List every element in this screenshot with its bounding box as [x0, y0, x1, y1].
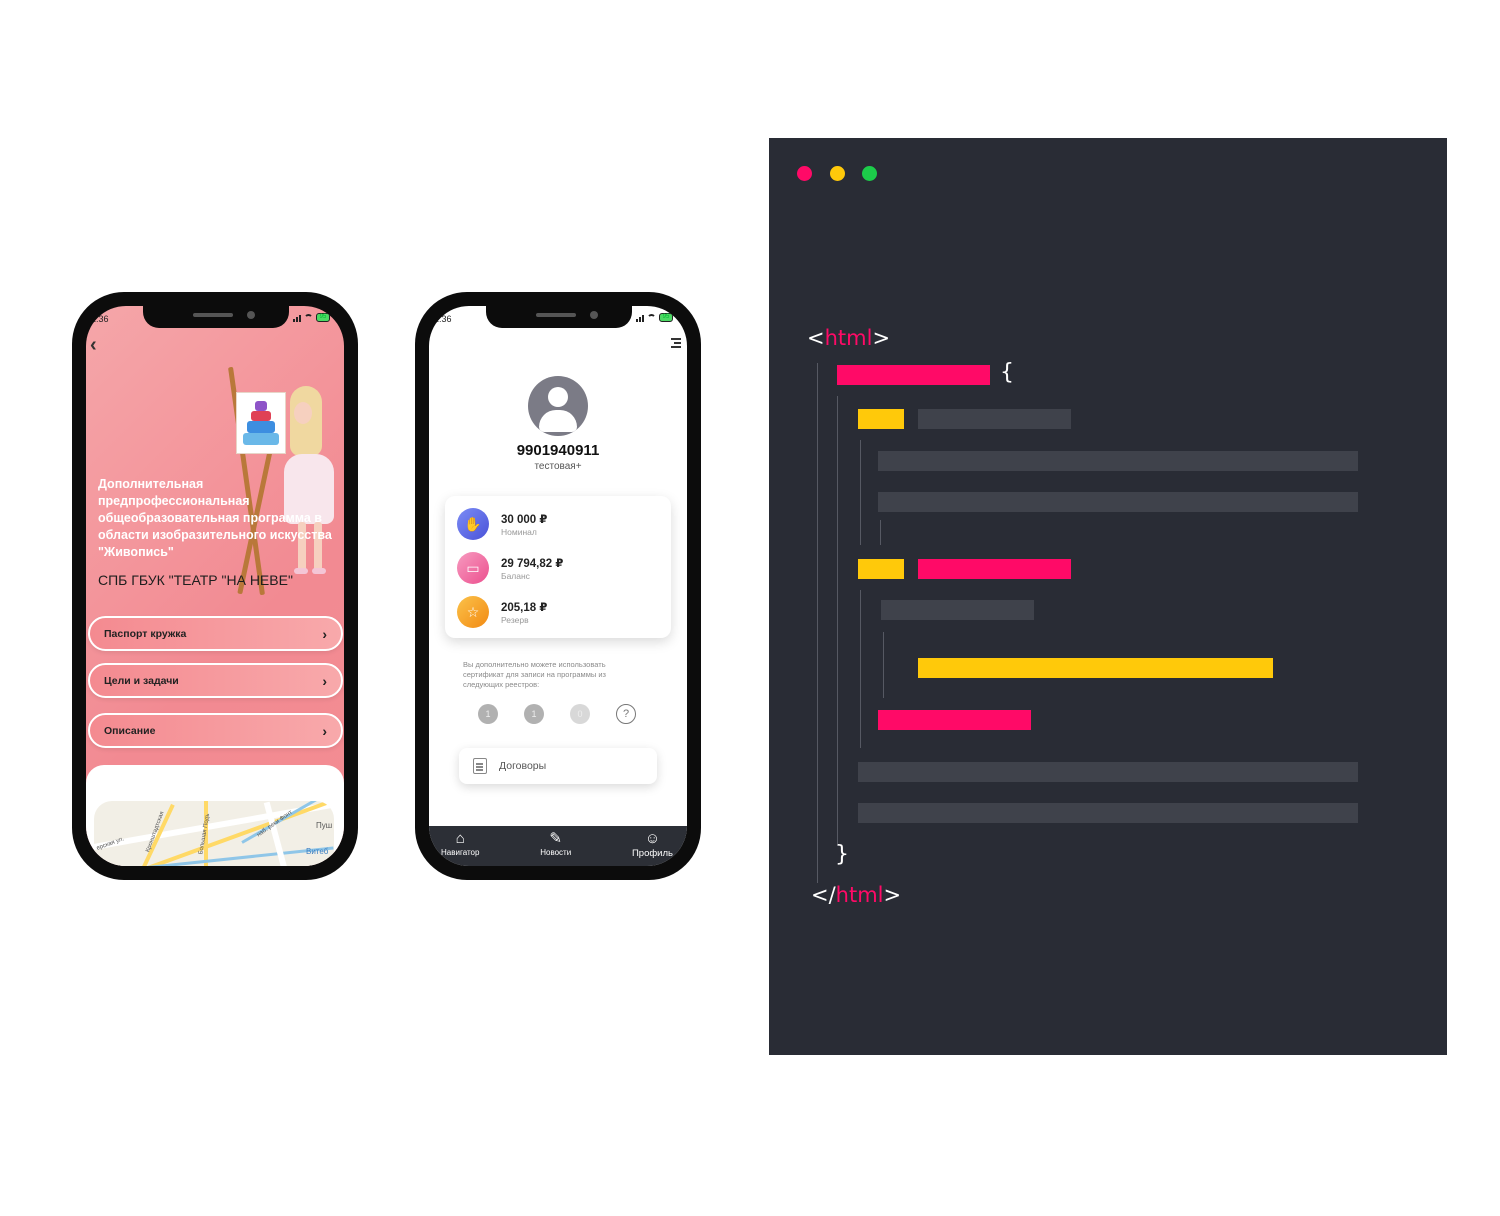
window-close-dot: [797, 166, 812, 181]
code-editor-illustration: <html> { } </html>: [769, 138, 1447, 1055]
wifi-icon: [646, 314, 656, 321]
news-icon: ✎: [549, 830, 562, 847]
map-label: Витеб: [306, 847, 329, 856]
registries-info-text: Вы дополнительно можете использовать сер…: [463, 660, 606, 689]
chevron-right-icon: ›: [322, 722, 327, 739]
help-icon[interactable]: ?: [616, 704, 636, 724]
profile-icon: ☺: [644, 830, 661, 847]
balance-card: ✋ 30 000 ₽ Номинал ▭ 29 794,82 ₽ Баланс …: [445, 496, 671, 638]
user-name: тестовая+: [534, 461, 582, 472]
registry-badge[interactable]: 1: [478, 704, 498, 724]
program-title: Дополнительная предпрофессиональная обще…: [98, 477, 332, 559]
chevron-right-icon: ›: [322, 672, 327, 689]
description-label: Описание: [104, 724, 156, 737]
nominal-row: ✋ 30 000 ₽ Номинал: [457, 508, 547, 540]
balance-amount: 29 794,82 ₽: [501, 557, 564, 570]
phone-mockup-program: 2:36 95 ➚ ‹ Дополнительная предпрофессио…: [72, 292, 358, 880]
window-maximize-dot: [862, 166, 877, 181]
contracts-button[interactable]: Договоры: [459, 748, 657, 784]
profile-screen: 2:36 95 ➚ 9901940911 тестовая+ ✋ 30 000 …: [429, 306, 687, 866]
tab-profile[interactable]: ☺ Профиль: [632, 830, 673, 866]
code-line-bar: [918, 409, 1071, 429]
wallet-icon: ▭: [457, 552, 489, 584]
phone-notch: [143, 306, 289, 328]
easel-canvas: [236, 392, 286, 454]
tab-news[interactable]: ✎ Новости: [540, 830, 571, 866]
code-line-bar: [878, 451, 1358, 471]
code-line-bar: [918, 658, 1273, 678]
registry-badge[interactable]: 1: [524, 704, 544, 724]
phone-notch: [486, 306, 632, 328]
wifi-icon: [303, 314, 313, 321]
window-minimize-dot: [830, 166, 845, 181]
chevron-right-icon: ›: [322, 625, 327, 642]
html-close-tag: </html>: [811, 883, 902, 907]
location-map[interactable]: Пуш Витеб Большая Подъ наб. реки Фонт Кр…: [94, 801, 334, 866]
code-line-bar: [878, 710, 1031, 730]
reserve-label: Резерв: [501, 614, 529, 625]
signal-icon: [292, 314, 301, 322]
reserve-amount: 205,18 ₽: [501, 601, 548, 614]
code-line-bar: [858, 762, 1358, 782]
back-chevron-icon[interactable]: ‹: [90, 334, 97, 357]
location-arrow-icon: ➚: [333, 313, 340, 322]
map-label: Большая Подъ: [198, 813, 212, 855]
status-icons: 95 ➚: [292, 313, 340, 322]
phone-mockup-profile: 2:36 95 ➚ 9901940911 тестовая+ ✋ 30 000 …: [415, 292, 701, 880]
bottom-tab-bar: ⌂ Навигатор ✎ Новости ☺ Профиль: [429, 826, 687, 866]
nominal-label: Номинал: [501, 526, 537, 537]
registry-badge[interactable]: 0: [570, 704, 590, 724]
signal-icon: [635, 314, 644, 322]
tab-profile-label: Профиль: [631, 848, 673, 859]
hand-coin-icon: ✋: [457, 508, 489, 540]
menu-icon[interactable]: [671, 338, 681, 350]
goals-button[interactable]: Цели и задачи ›: [88, 663, 343, 698]
contracts-label: Договоры: [499, 760, 547, 772]
nominal-amount: 30 000 ₽: [501, 513, 548, 526]
map-label: Пуш: [316, 821, 333, 830]
open-brace: {: [1000, 360, 1014, 385]
location-arrow-icon: ➚: [676, 313, 683, 322]
tab-news-label: Новости: [540, 848, 572, 857]
organization-name: СПБ ГБУК "ТЕАТР "НА НЕВЕ": [98, 572, 293, 588]
tab-navigator[interactable]: ⌂ Навигатор: [441, 830, 479, 866]
home-icon: ⌂: [455, 830, 465, 847]
goals-label: Цели и задачи: [104, 674, 179, 687]
code-line-bar: [881, 600, 1034, 620]
close-brace: }: [835, 842, 849, 867]
code-line-bar: [878, 492, 1358, 512]
passport-button[interactable]: Паспорт кружка ›: [88, 616, 343, 651]
battery-icon: 95: [658, 313, 674, 322]
code-line-bar: [858, 559, 904, 579]
tab-navigator-label: Навигатор: [441, 848, 480, 857]
program-screen: 2:36 95 ➚ ‹ Дополнительная предпрофессио…: [86, 306, 344, 866]
passport-label: Паспорт кружка: [104, 627, 187, 640]
status-time: 2:36: [434, 314, 452, 324]
balance-row: ▭ 29 794,82 ₽ Баланс: [457, 552, 563, 584]
avatar[interactable]: [528, 376, 588, 436]
balance-label: Баланс: [501, 570, 530, 581]
reserve-row: ☆ 205,18 ₽ Резерв: [457, 596, 547, 628]
description-button[interactable]: Описание ›: [88, 713, 343, 748]
code-line-bar: [858, 803, 1358, 823]
status-icons: 95 ➚: [635, 313, 683, 322]
user-phone-number: 9901940911: [516, 442, 600, 459]
code-line-bar: [918, 559, 1071, 579]
star-icon: ☆: [457, 596, 489, 628]
html-open-tag: <html>: [807, 326, 891, 350]
map-section: Пуш Витеб Большая Подъ наб. реки Фонт Кр…: [86, 765, 344, 866]
document-icon: [473, 758, 487, 774]
code-line-bar: [837, 365, 990, 385]
battery-icon: 95: [315, 313, 331, 322]
code-line-bar: [858, 409, 904, 429]
status-time: 2:36: [91, 314, 109, 324]
